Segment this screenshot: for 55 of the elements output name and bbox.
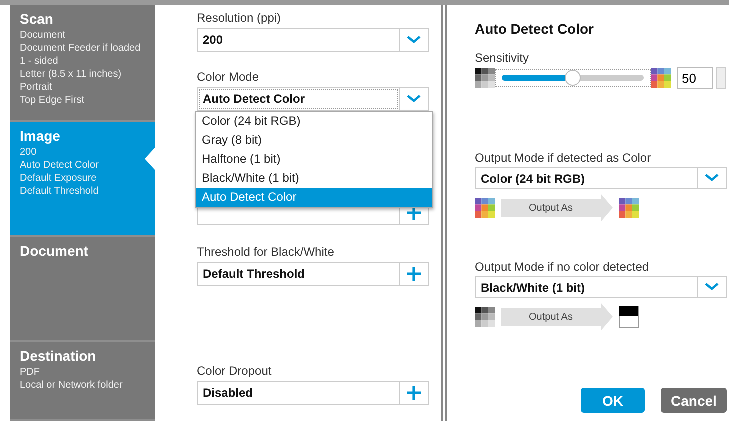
sidebar-item-title: Image [20, 128, 62, 144]
sidebar-item-detail: Document Feeder if loaded [20, 43, 142, 55]
plus-icon [407, 206, 421, 220]
select-field[interactable]: Disabled [197, 381, 429, 405]
output-arrow: Output As [501, 194, 613, 222]
select-field[interactable]: Default Threshold [197, 262, 429, 286]
dropdown-option[interactable]: Gray (8 bit) [196, 131, 432, 150]
color-swatch-icon [651, 68, 671, 88]
sidebar-item-detail: Local or Network folder [20, 380, 124, 392]
grayscale-swatch-icon [475, 68, 495, 88]
chevron-down-icon [407, 95, 421, 103]
sidebar-item-detail: Letter (8.5 x 11 inches) [20, 69, 123, 81]
sidebar-item-detail: Auto Detect Color [20, 160, 100, 172]
sidebar-item-title: Destination [20, 348, 98, 364]
sensitivity-input[interactable]: 50 [677, 67, 713, 89]
field-label: Color Dropout [197, 364, 273, 378]
field-label: Resolution (ppi) [197, 11, 282, 25]
select-field[interactable]: Auto Detect Color [197, 87, 429, 111]
dropdown-option[interactable]: Halftone (1 bit) [196, 150, 432, 169]
dropdown-option[interactable]: Black/White (1 bit) [196, 169, 432, 188]
grayscale-swatch-icon [475, 307, 495, 327]
dialog-title: Auto Detect Color [475, 21, 595, 37]
sidebar-item-detail: 1 - sided [20, 56, 60, 68]
pointer-notch-icon [145, 148, 155, 170]
select-field[interactable]: 200 [197, 28, 429, 52]
sensitivity-slider[interactable] [495, 69, 651, 87]
two-tone-swatch-icon [619, 306, 639, 328]
sidebar-item[interactable]: Document [10, 236, 155, 342]
color-swatch-icon [475, 198, 495, 218]
field-label: Output Mode if detected as Color [475, 151, 652, 165]
chevron-down-icon [407, 36, 421, 44]
sidebar-item-title: Document [20, 242, 90, 259]
cancel-button[interactable]: Cancel [661, 388, 727, 413]
color-swatch-icon [619, 198, 639, 218]
slider-thumb[interactable] [565, 70, 581, 86]
chevron-down-icon [705, 283, 719, 291]
plus-icon [407, 267, 421, 281]
sidebar-item-detail: Default Threshold [20, 186, 100, 198]
field-label: Output Mode if no color detected [475, 260, 650, 274]
select-field[interactable]: Color (24 bit RGB) [475, 167, 727, 189]
plus-icon [407, 386, 421, 400]
slider-label: Sensitivity [475, 51, 530, 65]
field-label: Color Mode [197, 70, 260, 84]
sidebar-item-detail: PDF [20, 367, 41, 380]
sidebar-item-detail: Default Exposure [20, 173, 98, 186]
sidebar-item-detail: Top Edge First [20, 95, 86, 107]
chevron-down-icon [705, 174, 719, 182]
sidebar-item-detail: 200 [20, 147, 38, 160]
field-label: Threshold for Black/White [197, 245, 336, 259]
sidebar-item-detail: Portrait [20, 82, 54, 94]
sidebar-item-title: Scan [20, 11, 54, 27]
select-field[interactable]: Black/White (1 bit) [475, 276, 727, 298]
output-arrow: Output As [501, 303, 613, 331]
dropdown-option[interactable]: Color (24 bit RGB) [196, 112, 432, 131]
sidebar-item-detail: Document [20, 30, 67, 42]
